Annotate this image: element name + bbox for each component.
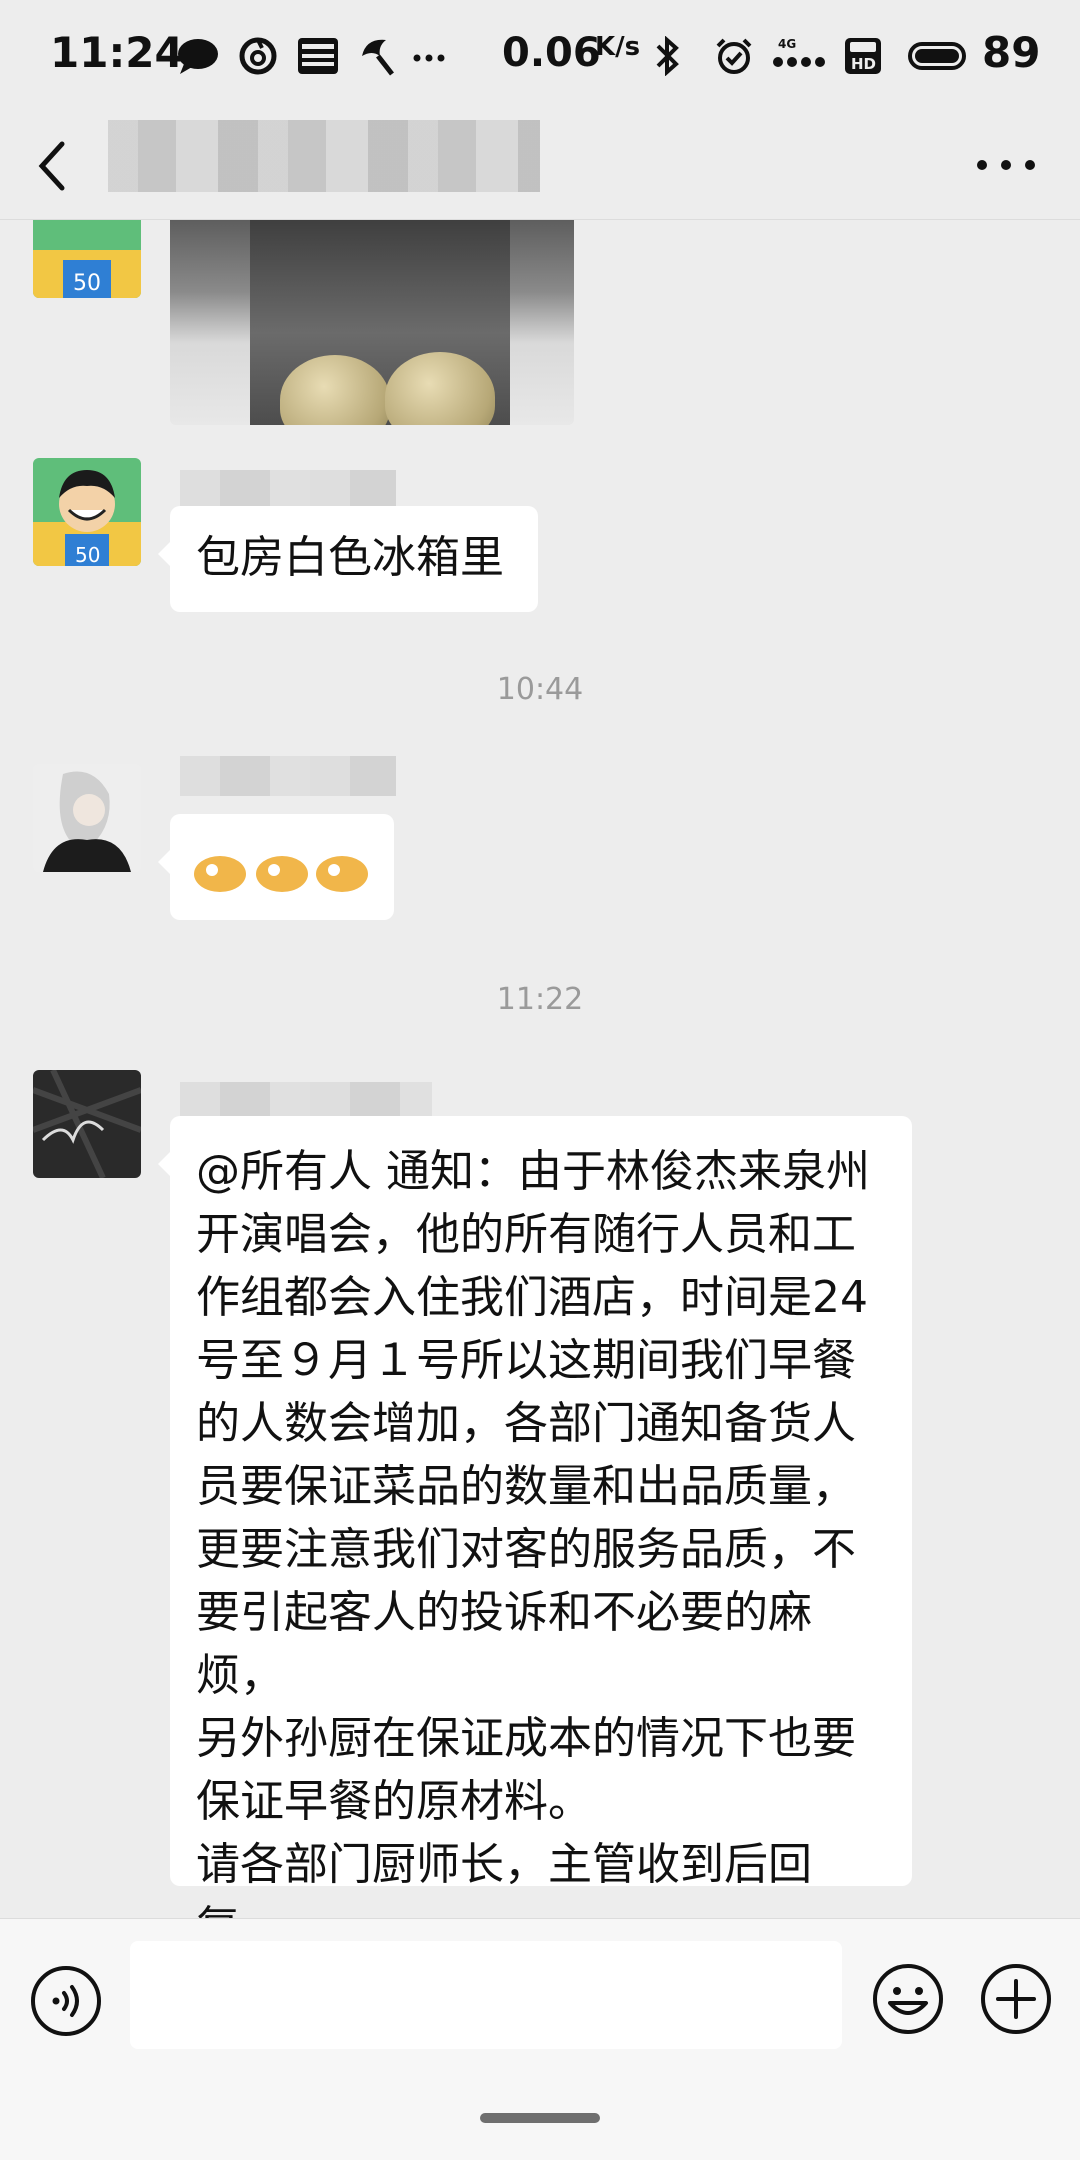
more-notifications-icon [413,54,445,62]
alarm-icon [716,38,752,74]
avatar[interactable]: 50 [33,220,141,298]
svg-text:50: 50 [73,271,101,296]
message-timestamp: 10:44 [496,672,584,707]
message-bubble[interactable]: 包房白色冰箱里 [158,506,538,612]
status-bar: 11:24 0.06 K/s 4G HD 89 [0,0,1080,112]
network-type-label: 4G [778,37,796,51]
chat-title-redacted [108,120,540,192]
photo-content [250,220,510,425]
avatar[interactable] [33,764,141,872]
svg-text:50: 50 [75,543,100,566]
sender-name-redacted [180,470,396,510]
ok-hand-emoji [194,856,368,892]
avatar[interactable]: 50 [33,458,141,566]
news-icon [298,38,338,74]
message-text: 包房白色冰箱里 [196,532,504,583]
bluetooth-icon [656,36,679,76]
message-bubble[interactable]: @所有人 通知：由于林俊杰来泉州 开演唱会，他的所有随行人员和工 作组都会入住我… [158,1116,912,1920]
chat-screen: 11:24 0.06 K/s 4G HD 89 50 50 包房白色冰箱里 10… [0,0,1080,2160]
chat-header [0,112,1080,220]
plus-icon[interactable] [978,1961,1054,2037]
message-timestamp: 11:22 [496,982,584,1017]
netease-music-icon [239,37,277,75]
signal-icon: 4G [773,37,825,67]
hd-icon: HD [845,38,881,74]
message-text: @所有人 通知：由于林俊杰来泉州 开演唱会，他的所有随行人员和工 作组都会入住我… [196,1146,870,1920]
network-speed-unit: K/s [595,32,641,62]
photo-object [280,355,390,425]
voice-input-icon[interactable] [28,1963,104,2039]
home-indicator[interactable] [480,2113,600,2123]
emoji-icon[interactable] [870,1961,946,2037]
message-input[interactable] [130,1941,842,2049]
app-icon [362,39,394,76]
sticker-bubble[interactable] [158,814,394,920]
photo-object [385,352,495,425]
sender-name-redacted [180,756,396,796]
chevron-left-icon[interactable] [28,132,88,198]
photo-message[interactable] [170,220,574,425]
more-dots-icon[interactable] [966,140,1046,190]
avatar[interactable] [33,1070,141,1178]
network-speed: 0.06 [502,30,601,76]
status-time: 11:24 [50,28,184,77]
battery-icon [908,42,966,70]
message-list[interactable]: 50 50 包房白色冰箱里 10:44 11:22 @所有人 通知：由于林俊杰来… [0,220,1080,1920]
svg-text:HD: HD [851,55,876,73]
battery-level: 89 [982,28,1041,77]
input-bar [0,1918,1080,2160]
chat-bubble-icon [178,39,218,74]
